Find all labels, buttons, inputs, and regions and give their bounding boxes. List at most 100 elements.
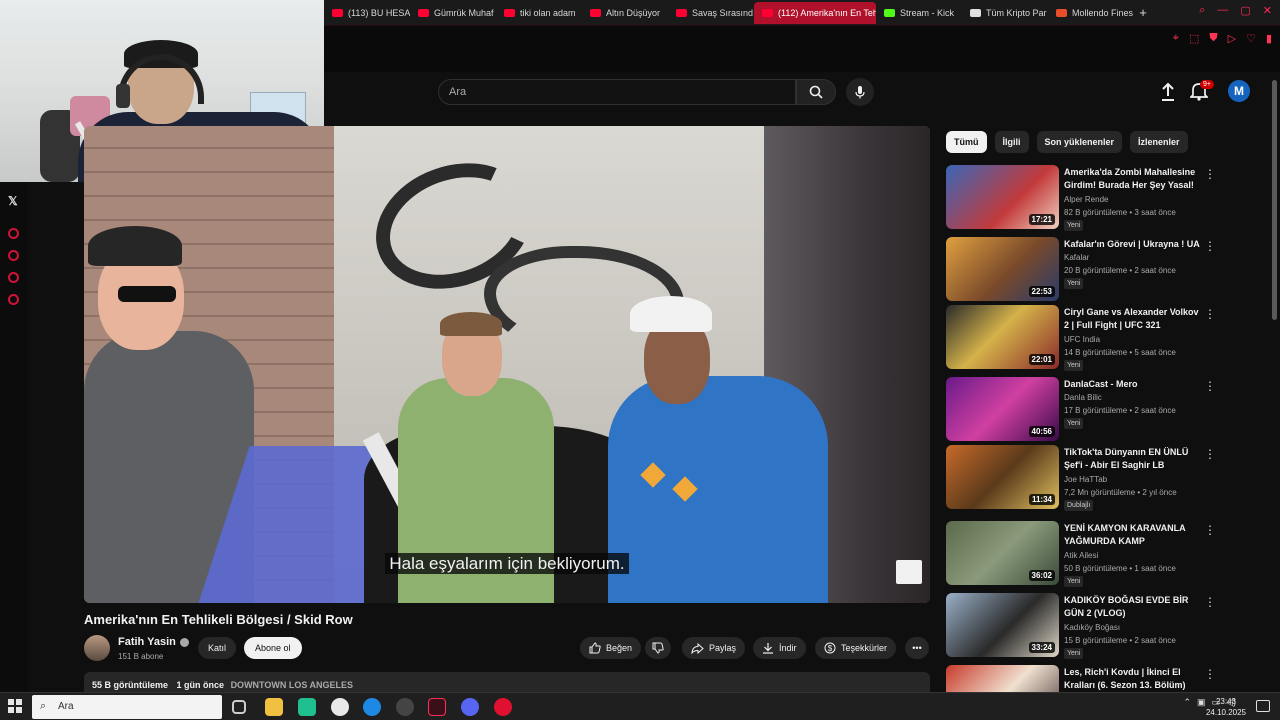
kebab-icon[interactable]: ⋮ (1204, 595, 1216, 609)
search-tabs-icon[interactable]: ⌕ (1199, 4, 1205, 17)
kebab-icon[interactable]: ⋮ (1204, 239, 1216, 253)
recommendation-channel[interactable]: Joe HaTTab (1064, 475, 1107, 484)
maximize-icon[interactable]: ▢ (1240, 4, 1250, 17)
recommendation-item[interactable]: 17:21 Amerika'da Zombi Mahallesine Girdi… (946, 165, 1220, 231)
settings-icon[interactable] (8, 294, 19, 305)
video-thumbnail[interactable]: 11:34 (946, 445, 1059, 509)
like-button[interactable]: Beğen (580, 637, 642, 659)
tray-chevron-icon[interactable]: ⌃ (1184, 697, 1192, 708)
edge-browser-icon[interactable] (363, 698, 381, 716)
recommendation-channel[interactable]: UFC India (1064, 335, 1100, 344)
video-player[interactable]: Hala eşyalarım için bekliyorum. (84, 126, 930, 603)
recommendation-item[interactable]: Les, Rich'i Kovdu | İkinci El Kralları (… (946, 665, 1220, 692)
recommendation-item[interactable]: 22:53 Kafalar'ın Görevi | Ukrayna ! UA K… (946, 237, 1220, 303)
recommendation-title[interactable]: Kafalar'ın Görevi | Ukrayna ! UA (1064, 238, 1202, 251)
sidebar-toggle-icon[interactable]: ▮ (1266, 32, 1272, 45)
video-thumbnail[interactable] (946, 665, 1059, 692)
thanks-button[interactable]: $ Teşekkürler (815, 637, 897, 659)
recommendation-title[interactable]: KADIKÖY BOĞASI EVDE BİR GÜN 2 (VLOG) (1064, 594, 1202, 620)
more-actions-button[interactable]: ••• (905, 637, 929, 659)
location-tag[interactable]: DOWNTOWN LOS ANGELES (231, 680, 354, 690)
kebab-icon[interactable]: ⋮ (1204, 307, 1216, 321)
recommendation-title[interactable]: YENİ KAMYON KARAVANLA YAĞMURDA KAMP (1064, 522, 1202, 548)
kebab-icon[interactable]: ⋮ (1204, 523, 1216, 537)
search-input[interactable]: Ara (438, 79, 796, 105)
kebab-icon[interactable]: ⋮ (1204, 447, 1216, 461)
recommendation-title[interactable]: Les, Rich'i Kovdu | İkinci El Kralları (… (1064, 666, 1202, 692)
store-app-icon[interactable] (298, 698, 316, 716)
tray-app-icon[interactable]: ▣ (1197, 697, 1206, 708)
share-button[interactable]: Paylaş (682, 637, 746, 659)
browser-tab[interactable]: Mollendo Fines (1048, 2, 1134, 24)
video-thumbnail[interactable]: 22:01 (946, 305, 1059, 369)
browser-tab[interactable]: Savaş Sırasınd (668, 2, 754, 24)
video-thumbnail[interactable]: 22:53 (946, 237, 1059, 301)
video-thumbnail[interactable]: 40:56 (946, 377, 1059, 441)
browser-tab[interactable]: Altın Düşüyor (582, 2, 668, 24)
notification-center-icon[interactable] (1256, 700, 1270, 712)
browser-tab[interactable]: (113) BU HESA (324, 2, 410, 24)
recommendation-item[interactable]: 33:24 KADIKÖY BOĞASI EVDE BİR GÜN 2 (VLO… (946, 593, 1220, 659)
windows-icon[interactable] (8, 699, 22, 713)
browser-tab[interactable]: Stream - Kick (876, 2, 962, 24)
dislike-button[interactable] (645, 637, 671, 659)
taskbar-clock[interactable]: 23:43 24.10.2025 (1206, 696, 1246, 718)
chip-all[interactable]: Tümü (946, 131, 987, 153)
channel-name[interactable]: Fatih Yasin (118, 636, 189, 648)
browser-tab-active[interactable]: (112) Amerika'nın En Tehl (754, 1, 876, 24)
new-tab-button[interactable]: + (1134, 5, 1152, 20)
recommendation-title[interactable]: Amerika'da Zombi Mahallesine Girdim! Bur… (1064, 166, 1202, 193)
recommendation-item[interactable]: 11:34 TikTok'ta Dünyanın EN ÜNLÜ Şef'i -… (946, 445, 1220, 511)
browser-tab[interactable]: Gümrük Muhaf (410, 2, 496, 24)
recommendation-item[interactable]: 22:01 Ciryl Gane vs Alexander Volkov 2 |… (946, 305, 1220, 371)
recommendation-channel[interactable]: Kadıköy Boğası (1064, 623, 1120, 632)
chip-watched[interactable]: İzlenenler (1130, 131, 1188, 153)
file-explorer-icon[interactable] (265, 698, 283, 716)
recommendation-item[interactable]: 36:02 YENİ KAMYON KARAVANLA YAĞMURDA KAM… (946, 521, 1220, 587)
recommendation-title[interactable]: TikTok'ta Dünyanın EN ÜNLÜ Şef'i - Abir … (1064, 446, 1202, 472)
app-icon[interactable] (331, 698, 349, 716)
video-thumbnail[interactable]: 36:02 (946, 521, 1059, 585)
pin-icon[interactable]: ⌖ (1173, 32, 1179, 45)
account-avatar[interactable]: M (1228, 80, 1250, 102)
recommendation-item[interactable]: 40:56 DanlaCast - Mero Danla Bilic 17 B … (946, 377, 1220, 443)
upload-icon[interactable] (1160, 82, 1176, 102)
heart-icon[interactable]: ♡ (1246, 32, 1256, 45)
kebab-icon[interactable]: ⋮ (1204, 379, 1216, 393)
opera-icon[interactable] (494, 698, 512, 716)
messenger-icon[interactable] (8, 272, 19, 283)
chip-recent[interactable]: Son yüklenenler (1036, 131, 1123, 153)
sidebar-app-icon[interactable] (8, 228, 19, 239)
shield-icon[interactable]: ⛊ (1209, 32, 1217, 45)
recommendation-channel[interactable]: Kafalar (1064, 253, 1089, 262)
taskbar-search-input[interactable]: ⌕ Ara (32, 695, 222, 719)
close-icon[interactable]: ✕ (1263, 4, 1272, 17)
recommendation-channel[interactable]: Danla Bilic (1064, 393, 1102, 402)
discord-icon[interactable] (461, 698, 479, 716)
browser-tab[interactable]: Tüm Kripto Par (962, 2, 1048, 24)
video-thumbnail[interactable]: 33:24 (946, 593, 1059, 657)
play-icon[interactable]: ▷ (1228, 32, 1236, 45)
snapshot-icon[interactable]: ⬚ (1189, 32, 1199, 45)
recommendation-title[interactable]: Ciryl Gane vs Alexander Volkov 2 | Full … (1064, 306, 1202, 332)
history-icon[interactable] (8, 250, 19, 261)
task-view-icon[interactable] (232, 700, 246, 714)
recommendation-channel[interactable]: Alper Rende (1064, 195, 1108, 204)
search-button[interactable] (796, 79, 836, 105)
browser-tab[interactable]: tiki olan adam (496, 2, 582, 24)
channel-avatar[interactable] (84, 635, 110, 661)
join-button[interactable]: Katıl (198, 637, 237, 659)
video-thumbnail[interactable]: 17:21 (946, 165, 1059, 229)
kebab-icon[interactable]: ⋮ (1204, 167, 1216, 181)
x-icon[interactable]: 𝕏 (8, 194, 18, 208)
kebab-icon[interactable]: ⋮ (1204, 667, 1216, 681)
chip-related[interactable]: İlgili (994, 131, 1029, 153)
recommendation-channel[interactable]: Atik Ailesi (1064, 551, 1098, 560)
opera-gx-icon[interactable] (428, 698, 446, 716)
recommendation-title[interactable]: DanlaCast - Mero (1064, 378, 1202, 391)
app-icon[interactable] (396, 698, 414, 716)
voice-search-button[interactable] (846, 78, 874, 106)
page-scrollbar[interactable] (1272, 80, 1277, 320)
download-button[interactable]: İndir (753, 637, 806, 659)
minimize-icon[interactable]: — (1217, 4, 1228, 17)
